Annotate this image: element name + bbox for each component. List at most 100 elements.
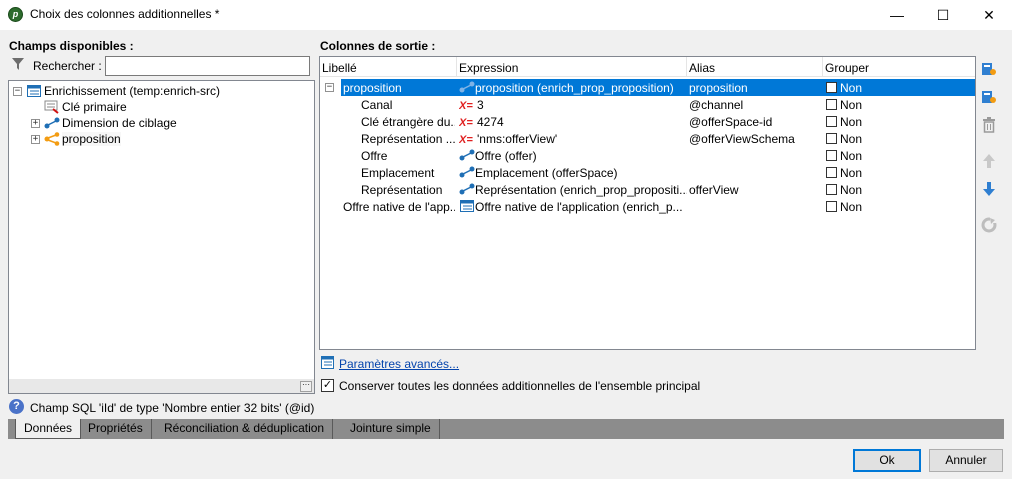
tree-item-enrichment[interactable]: − Enrichissement (temp:enrich-src) (13, 83, 220, 99)
link-icon (459, 183, 475, 195)
table-row[interactable]: Emplacement Emplacement (offerSpace) Non (320, 164, 975, 181)
close-button[interactable]: ✕ (966, 0, 1012, 30)
row-group: Non (840, 115, 863, 129)
row-expression: X='nms:offerView' (459, 132, 558, 146)
row-label: Emplacement (361, 166, 435, 180)
group-checkbox[interactable] (826, 167, 837, 178)
row-group: Non (840, 183, 863, 197)
row-expression: Représentation (enrich_prop_propositi... (459, 183, 687, 197)
row-expression: Offre (offer) (459, 149, 687, 163)
tab-properties[interactable]: Propriétés (80, 419, 152, 439)
column-header-expression[interactable]: Expression (459, 61, 518, 75)
table-icon (460, 200, 474, 212)
table-row[interactable]: Clé étrangère du... X= 4274 @offerSpace-i… (320, 113, 975, 130)
grid-header: Libellé Expression Alias Grouper (320, 57, 975, 77)
row-expression: proposition (enrich_prop_proposition) (459, 81, 687, 95)
row-label: Représentation ... (361, 132, 455, 146)
row-label: Représentation (361, 183, 443, 197)
move-down-button[interactable] (980, 180, 998, 198)
group-checkbox[interactable] (826, 82, 837, 93)
row-label: Offre native de l'app... (343, 200, 455, 214)
refresh-button[interactable] (980, 216, 998, 234)
help-text: Champ SQL 'iId' de type 'Nombre entier 3… (30, 401, 315, 415)
primary-key-icon (44, 99, 60, 115)
tab-data[interactable]: Données (15, 419, 82, 439)
row-alias: @channel (689, 98, 744, 112)
add-icon (982, 63, 996, 75)
column-header-alias[interactable]: Alias (689, 61, 715, 75)
group-checkbox[interactable] (826, 150, 837, 161)
minimize-button[interactable]: — (874, 0, 920, 30)
row-label: proposition (343, 81, 402, 95)
advanced-settings-link[interactable]: Paramètres avancés... (339, 357, 459, 371)
table-icon (26, 83, 42, 99)
row-alias: offerView (689, 183, 739, 197)
group-checkbox[interactable] (826, 116, 837, 127)
row-expression: X= 3 (459, 98, 484, 112)
row-group: Non (840, 132, 863, 146)
trash-icon (983, 117, 995, 133)
group-checkbox[interactable] (826, 201, 837, 212)
group-checkbox[interactable] (826, 133, 837, 144)
table-row[interactable]: − proposition proposition (enrich_prop_p… (320, 79, 975, 96)
row-group: Non (840, 166, 863, 180)
maximize-button[interactable]: ☐ (920, 0, 966, 30)
collapse-icon[interactable]: − (13, 86, 22, 96)
row-group: Non (840, 149, 863, 163)
tree-item-primary-key[interactable]: Clé primaire (44, 99, 127, 115)
table-row[interactable]: Représentation Représentation (enrich_pr… (320, 181, 975, 198)
title-bar: p Choix des colonnes additionnelles * — … (0, 0, 1012, 30)
expand-icon[interactable]: + (31, 134, 40, 144)
group-checkbox[interactable] (826, 99, 837, 110)
settings-list-icon (321, 356, 334, 369)
table-row[interactable]: Offre Offre (offer) Non (320, 147, 975, 164)
output-columns-label: Colonnes de sortie : (320, 39, 436, 53)
table-row[interactable]: Représentation ... X='nms:offerView' @of… (320, 130, 975, 147)
row-alias: @offerSpace-id (689, 115, 773, 129)
filter-icon (12, 58, 24, 70)
expand-icon[interactable]: + (31, 118, 40, 128)
column-header-group[interactable]: Grouper (825, 61, 869, 75)
cancel-button[interactable]: Annuler (929, 449, 1003, 472)
tab-reconciliation[interactable]: Réconciliation & déduplication (156, 419, 334, 439)
tree-item-targeting-dimension[interactable]: + Dimension de ciblage (31, 115, 177, 131)
add-column-button[interactable] (980, 60, 998, 78)
move-up-button[interactable] (980, 152, 998, 170)
arrow-down-icon (983, 182, 995, 196)
tree-item-label: Dimension de ciblage (62, 116, 177, 130)
keep-data-checkbox[interactable]: ✓ (321, 379, 334, 392)
row-alias: @offerViewSchema (689, 132, 795, 146)
window-title: Choix des colonnes additionnelles * (30, 7, 220, 21)
row-group: Non (840, 81, 863, 95)
table-row[interactable]: Canal X= 3 @channel Non (320, 96, 975, 113)
add-expression-button[interactable] (980, 88, 998, 106)
tree-footer (9, 379, 314, 393)
table-row[interactable]: Offre native de l'app... Offre native de… (320, 198, 975, 215)
link-icon (459, 166, 475, 178)
x-equals-icon: X= (459, 117, 473, 129)
row-expression: Emplacement (offerSpace) (459, 166, 687, 180)
row-group: Non (840, 98, 863, 112)
add-expression-icon (982, 91, 996, 103)
row-label: Offre (361, 149, 388, 163)
app-icon: p (8, 7, 23, 22)
available-fields-tree[interactable]: − Enrichissement (temp:enrich-src) Clé p… (8, 80, 315, 394)
help-icon: ? (9, 399, 24, 414)
delete-button[interactable] (980, 116, 998, 134)
available-fields-label: Champs disponibles : (9, 39, 134, 53)
search-input[interactable] (105, 56, 310, 76)
column-header-label[interactable]: Libellé (322, 61, 357, 75)
more-options-button[interactable]: ··· (300, 381, 312, 392)
tree-item-proposition[interactable]: + proposition (31, 131, 121, 147)
collapse-icon[interactable]: − (325, 83, 334, 92)
collection-link-icon (44, 131, 60, 147)
row-expression: X= 4274 (459, 115, 504, 129)
tree-item-label: Clé primaire (62, 100, 127, 114)
tab-simple-join[interactable]: Jointure simple (342, 419, 440, 439)
row-alias: proposition (689, 81, 748, 95)
output-columns-grid[interactable]: Libellé Expression Alias Grouper − propo… (319, 56, 976, 350)
tab-bar: Données Propriétés Réconciliation & dédu… (8, 419, 1004, 439)
keep-data-label: Conserver toutes les données additionnel… (339, 379, 701, 393)
group-checkbox[interactable] (826, 184, 837, 195)
ok-button[interactable]: Ok (853, 449, 921, 472)
